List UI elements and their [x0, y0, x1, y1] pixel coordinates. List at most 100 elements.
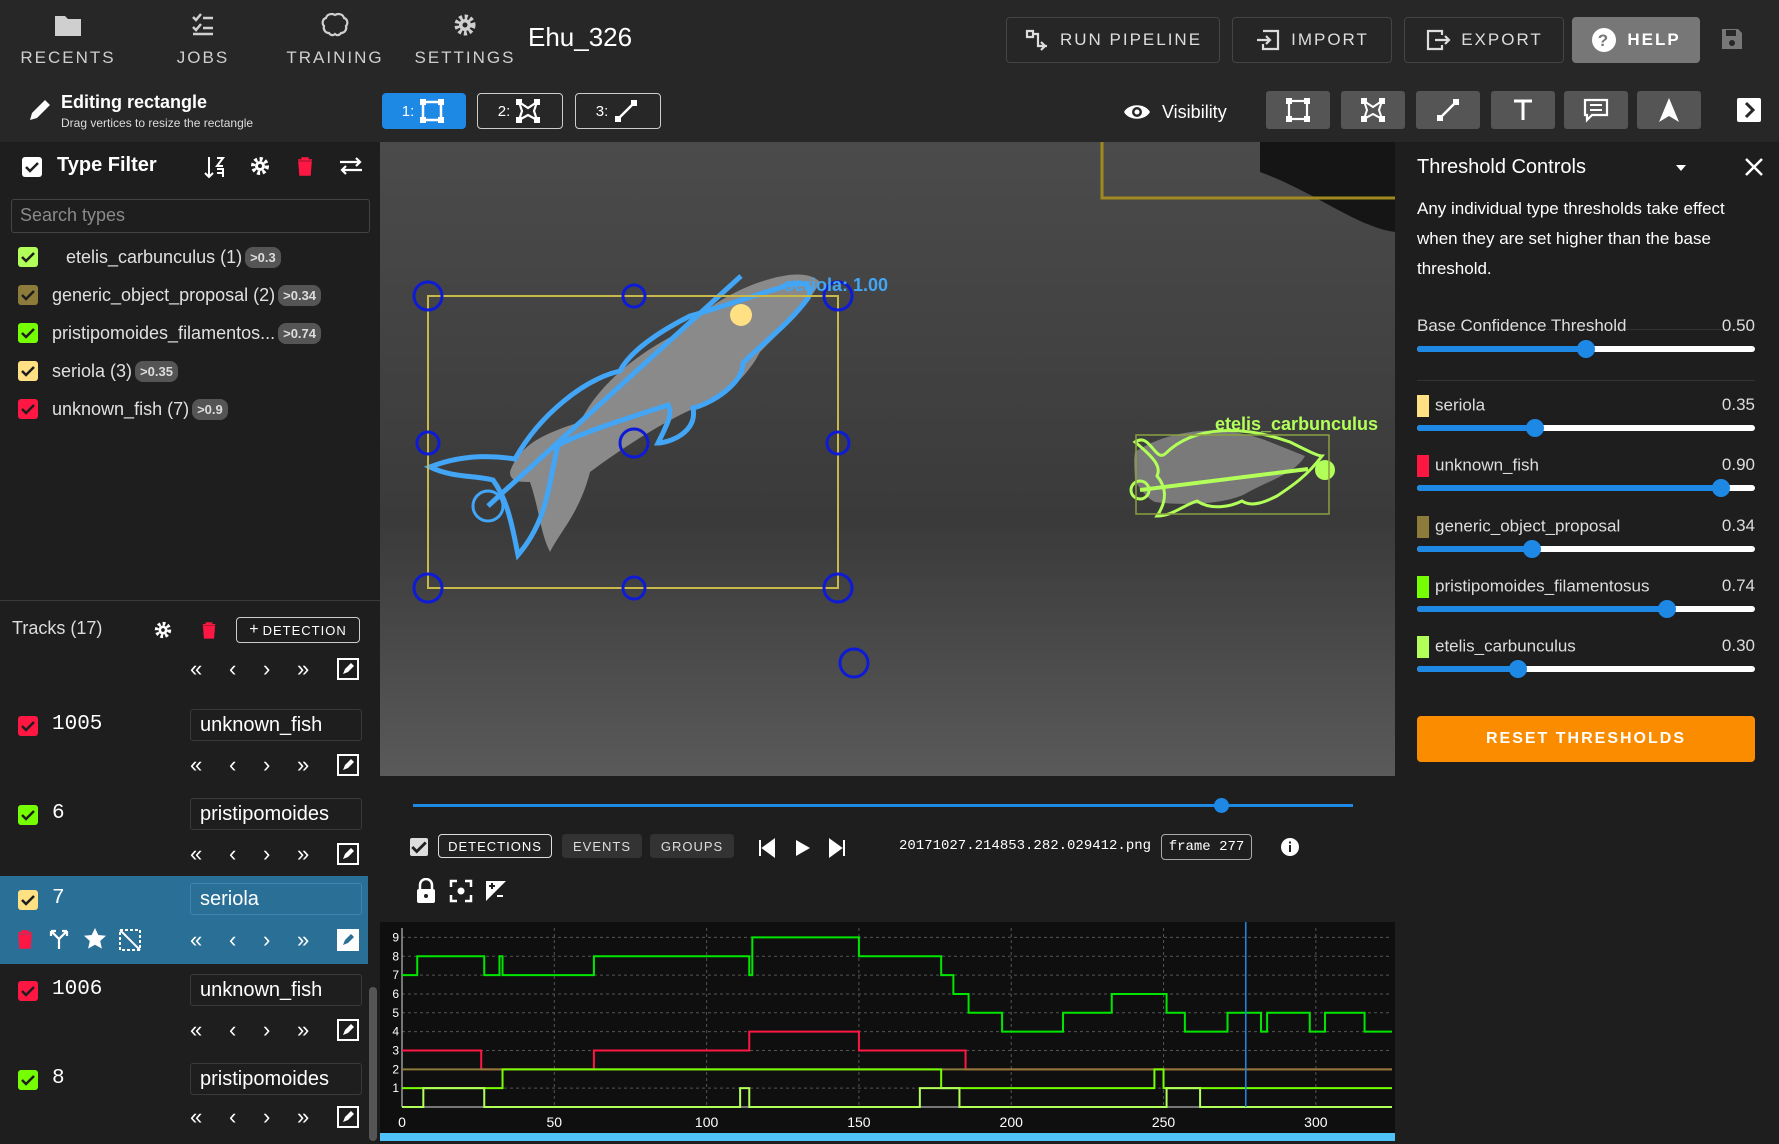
- frame-slider-knob[interactable]: [1214, 798, 1230, 813]
- search-types-input[interactable]: Search types: [11, 199, 370, 233]
- slider-knob[interactable]: [1712, 479, 1731, 497]
- delete-icon[interactable]: [16, 928, 34, 950]
- unknown-fish-threshold-slider[interactable]: unknown_fish 0.90: [1417, 455, 1755, 497]
- save-button[interactable]: [1719, 26, 1745, 57]
- slider-track[interactable]: [1417, 340, 1755, 358]
- slider-track[interactable]: [1417, 419, 1755, 437]
- track-row[interactable]: 8 pristipomoides « ‹ › »: [0, 1056, 368, 1144]
- slider-knob[interactable]: [1509, 660, 1528, 678]
- first-frame-icon[interactable]: «: [190, 841, 202, 867]
- type-checkbox[interactable]: [18, 285, 38, 305]
- swap-icon[interactable]: [338, 154, 364, 178]
- tracks-scrollbar[interactable]: [369, 987, 377, 1141]
- slider-track[interactable]: [1417, 660, 1755, 678]
- close-icon[interactable]: [1743, 156, 1765, 178]
- track-row-selected[interactable]: 7 seriola « ‹ › »: [0, 876, 368, 964]
- export-button[interactable]: EXPORT: [1404, 17, 1564, 63]
- split-icon[interactable]: [47, 927, 71, 951]
- gear-icon[interactable]: [249, 155, 271, 177]
- help-button[interactable]: ? HELP: [1572, 17, 1700, 63]
- run-pipeline-button[interactable]: RUN PIPELINE: [1006, 17, 1220, 63]
- track-type-select[interactable]: pristipomoides: [190, 1063, 362, 1095]
- slider-knob[interactable]: [1526, 419, 1545, 437]
- track-type-select[interactable]: unknown_fish: [190, 709, 362, 741]
- track-checkbox[interactable]: [18, 805, 38, 825]
- prev-frame-icon[interactable]: ‹: [229, 752, 236, 778]
- timeline-checkbox[interactable]: [410, 838, 428, 856]
- etelis-head-point[interactable]: [1315, 460, 1335, 480]
- next-frame-icon[interactable]: ›: [263, 841, 270, 867]
- seriola-threshold-slider[interactable]: seriola 0.35: [1417, 395, 1755, 437]
- nav-recents[interactable]: RECENTS: [8, 8, 128, 72]
- head-point[interactable]: [730, 304, 752, 326]
- slider-knob[interactable]: [1658, 600, 1677, 618]
- nav-jobs[interactable]: JOBS: [143, 8, 263, 72]
- skip-previous-icon[interactable]: [756, 837, 778, 859]
- type-row-pristipomoides[interactable]: pristipomoides_filamentos... >0.74: [18, 319, 322, 347]
- image-viewer[interactable]: seriola: 1.00 etelis_carbunculus: [380, 142, 1395, 776]
- last-frame-icon[interactable]: »: [297, 1104, 309, 1130]
- mode-polygon-button[interactable]: 2:: [477, 93, 563, 129]
- edit-icon[interactable]: [336, 842, 360, 866]
- slider-track[interactable]: [1417, 540, 1755, 558]
- first-frame-icon[interactable]: «: [190, 656, 202, 682]
- next-frame-icon[interactable]: ›: [263, 1017, 270, 1043]
- add-detection-button[interactable]: + DETECTION: [236, 617, 360, 643]
- frame-canvas[interactable]: seriola: 1.00 etelis_carbunculus: [380, 142, 1395, 776]
- lock-icon[interactable]: [414, 878, 438, 904]
- reset-thresholds-button[interactable]: RESET THRESHOLDS: [1417, 716, 1755, 762]
- prev-frame-icon[interactable]: ‹: [229, 1017, 236, 1043]
- type-row-unknown-fish[interactable]: unknown_fish (7) >0.9: [18, 395, 228, 423]
- deselect-icon[interactable]: [117, 927, 143, 953]
- track-checkbox[interactable]: [18, 890, 38, 910]
- delete-icon[interactable]: [296, 156, 314, 176]
- frame-slider-track[interactable]: [413, 804, 1353, 807]
- mode-rectangle-button[interactable]: 1:: [382, 93, 466, 129]
- star-icon[interactable]: [82, 926, 108, 952]
- prev-frame-icon[interactable]: ‹: [229, 841, 236, 867]
- track-type-select[interactable]: seriola: [190, 883, 362, 915]
- edit-icon[interactable]: [336, 1105, 360, 1129]
- info-icon[interactable]: [1280, 837, 1300, 857]
- type-row-generic-object-proposal[interactable]: generic_object_proposal (2) >0.34: [18, 281, 322, 309]
- first-frame-icon[interactable]: «: [190, 1104, 202, 1130]
- toggle-lines-button[interactable]: [1416, 91, 1480, 129]
- contrast-icon[interactable]: [484, 879, 508, 903]
- pristipomoides-threshold-slider[interactable]: pristipomoides_filamentosus 0.74: [1417, 576, 1755, 618]
- slider-knob[interactable]: [1577, 340, 1595, 358]
- toggle-rectangles-button[interactable]: [1266, 91, 1330, 129]
- first-frame-icon[interactable]: «: [190, 752, 202, 778]
- type-checkbox[interactable]: [18, 247, 38, 267]
- slider-track[interactable]: [1417, 600, 1755, 618]
- track-type-select[interactable]: unknown_fish: [190, 974, 362, 1006]
- type-checkbox[interactable]: [18, 399, 38, 419]
- last-frame-icon[interactable]: »: [297, 1017, 309, 1043]
- last-frame-icon[interactable]: »: [297, 656, 309, 682]
- next-frame-icon[interactable]: ›: [263, 1104, 270, 1130]
- edit-icon[interactable]: [336, 1018, 360, 1042]
- toggle-polygons-button[interactable]: [1341, 91, 1405, 129]
- next-frame-icon[interactable]: ›: [263, 656, 270, 682]
- last-frame-icon[interactable]: »: [297, 841, 309, 867]
- detection-chart-svg[interactable]: 1 2 3 4 5 6 7 8 9 0 50 100 150 200 250 300: [380, 922, 1395, 1133]
- chart-scroll-bar[interactable]: [380, 1133, 1395, 1141]
- type-filter-all-checkbox[interactable]: [22, 157, 42, 177]
- first-frame-icon[interactable]: «: [190, 1017, 202, 1043]
- edit-icon[interactable]: [336, 657, 360, 681]
- next-frame-icon[interactable]: ›: [263, 927, 270, 953]
- track-checkbox[interactable]: [18, 1070, 38, 1090]
- toggle-tooltip-button[interactable]: [1564, 91, 1628, 129]
- mode-line-button[interactable]: 3:: [575, 93, 661, 129]
- prev-frame-icon[interactable]: ‹: [229, 656, 236, 682]
- track-checkbox[interactable]: [18, 716, 38, 736]
- last-frame-icon[interactable]: »: [297, 927, 309, 953]
- visibility-toggle[interactable]: Visibility: [1122, 94, 1227, 130]
- center-focus-icon[interactable]: [449, 879, 473, 903]
- slider-knob[interactable]: [1522, 540, 1541, 558]
- type-row-seriola[interactable]: seriola (3) >0.35: [18, 357, 178, 385]
- collapse-panel-button[interactable]: [1737, 98, 1761, 122]
- track-row[interactable]: 1005 unknown_fish « ‹ › »: [0, 700, 368, 788]
- track-type-select[interactable]: pristipomoides: [190, 798, 362, 830]
- prev-frame-icon[interactable]: ‹: [229, 1104, 236, 1130]
- track-row[interactable]: 1006 unknown_fish « ‹ › »: [0, 967, 368, 1055]
